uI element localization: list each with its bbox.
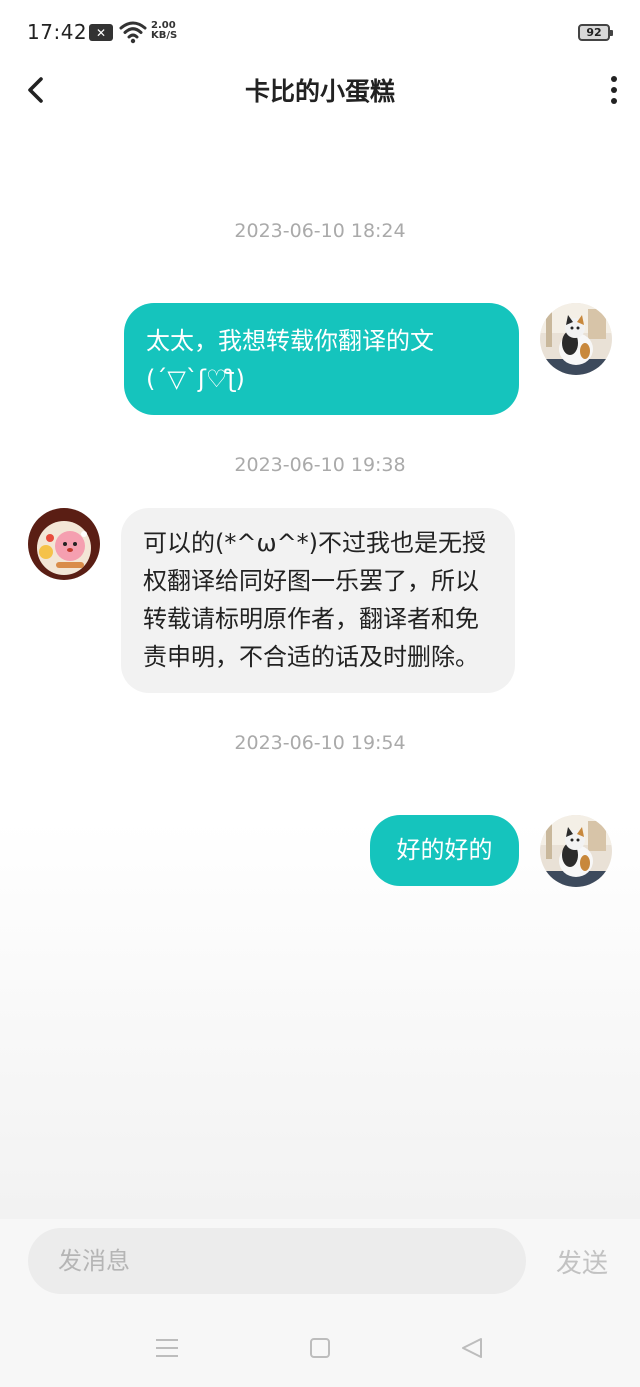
message-text-line: 转载请标明原作者，翻译者和免: [143, 605, 479, 633]
more-options-button[interactable]: [598, 70, 630, 110]
message-input[interactable]: [28, 1228, 526, 1294]
send-button[interactable]: 发送: [556, 1243, 608, 1280]
system-navigation-bar: [0, 1309, 640, 1387]
sent-message-bubble[interactable]: 好的好的: [370, 815, 519, 886]
more-vertical-icon-dot: [611, 98, 617, 104]
contact-avatar[interactable]: [28, 508, 100, 580]
message-text-line: 好的好的: [396, 836, 493, 864]
more-vertical-icon-dot: [611, 76, 617, 82]
message-text-line: (´▽`ʃ♡ƪ): [146, 365, 245, 393]
network-speed: 2.00 KB/S: [151, 21, 177, 41]
message-timestamp: 2023-06-10 18:24: [234, 220, 406, 242]
more-vertical-icon-dot: [611, 87, 617, 93]
wifi-icon: [119, 20, 147, 44]
message-input-bar: 发送: [0, 1219, 640, 1309]
message-text-line: 可以的(*^ω^*)不过我也是无授: [143, 529, 487, 557]
message-text-line: 权翻译给同好图一乐罢了，所以: [143, 567, 479, 595]
battery-icon: 92: [578, 24, 613, 41]
message-timestamp: 2023-06-10 19:54: [234, 732, 406, 754]
menu-icon[interactable]: [154, 1335, 180, 1361]
status-bar: 17:42 ✕ 2.00 KB/S 92: [0, 0, 640, 64]
chat-header: 卡比的小蛋糕: [0, 64, 640, 114]
received-message-bubble[interactable]: 可以的(*^ω^*)不过我也是无授 权翻译给同好图一乐罢了，所以 转载请标明原作…: [121, 508, 515, 693]
my-avatar[interactable]: [540, 815, 612, 887]
triangle-back-icon[interactable]: [459, 1335, 485, 1361]
message-text-line: 太太，我想转载你翻译的文: [146, 327, 434, 355]
square-home-icon[interactable]: [307, 1335, 333, 1361]
close-box-icon: ✕: [89, 24, 113, 41]
sent-message-bubble[interactable]: 太太，我想转载你翻译的文 (´▽`ʃ♡ƪ): [124, 303, 519, 415]
my-avatar[interactable]: [540, 303, 612, 375]
message-text-line: 责申明，不合适的话及时删除。: [143, 643, 479, 671]
message-timestamp: 2023-06-10 19:38: [234, 454, 406, 476]
network-speed-unit: KB/S: [151, 30, 178, 41]
status-time: 17:42: [27, 20, 88, 44]
battery-level: 92: [586, 26, 602, 39]
page-title: 卡比的小蛋糕: [244, 77, 395, 106]
